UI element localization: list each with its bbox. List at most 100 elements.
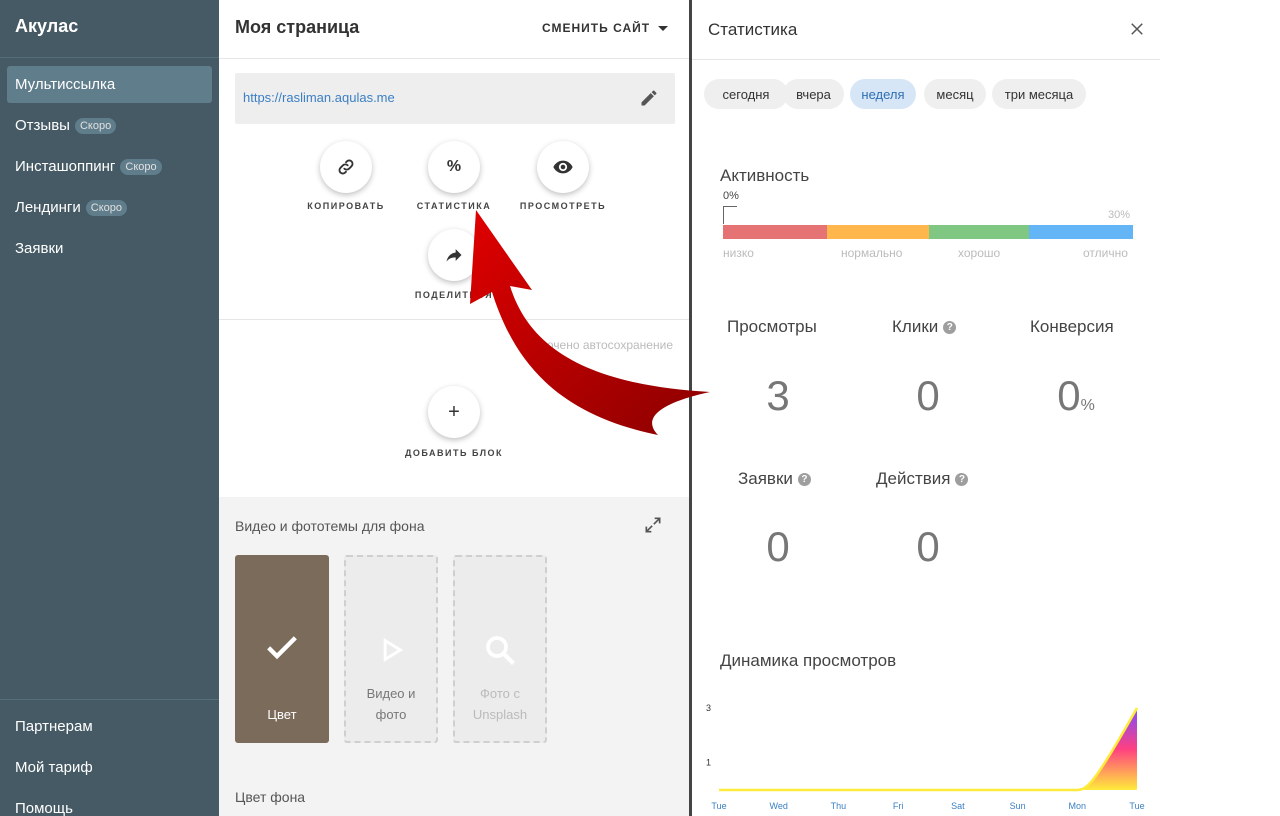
sidebar-item-instashopping[interactable]: Инсташоппинг Скоро [7, 148, 212, 185]
header-divider [219, 58, 689, 59]
sidebar-item-multilink[interactable]: Мультиссылка [7, 66, 212, 103]
soon-badge: Скоро [85, 199, 127, 216]
actions-label-text: Действия [876, 469, 951, 488]
views-label-text: Просмотры [727, 317, 817, 336]
page-url-link[interactable]: https://rasliman.aqulas.me [243, 90, 395, 105]
x-tick-label: Thu [831, 801, 847, 811]
video-photo-tile[interactable]: Видео и фото [344, 555, 438, 743]
chevron-down-icon [658, 25, 669, 31]
actions-value: 0 [916, 523, 940, 570]
x-tick-label: Sat [951, 801, 965, 811]
copy-label: КОПИРОВАТЬ [307, 201, 385, 211]
x-tick-label: Mon [1069, 801, 1087, 811]
sidebar-item-reviews[interactable]: Отзывы Скоро [7, 107, 212, 144]
dynamics-title: Динамика просмотров [720, 651, 897, 670]
views-line [719, 707, 1139, 792]
period-tab-three-months[interactable]: три месяца [992, 79, 1086, 109]
sidebar-item-label: Мой тариф [15, 759, 93, 776]
expand-icon[interactable] [643, 515, 663, 535]
conversion-number: 0 [1057, 372, 1081, 419]
activity-bar [723, 225, 1133, 239]
x-tick-label: Sun [1010, 801, 1026, 811]
video-photo-label-2: фото [375, 707, 407, 722]
switch-site-button[interactable]: СМЕНИТЬ САЙТ [542, 21, 669, 35]
activity-segment-low [723, 225, 827, 239]
views-dynamics-chart: 1 3 Tue Wed Thu Fri Sat Sun Mon Tue [706, 703, 1145, 811]
play-icon [383, 638, 404, 662]
url-field: https://rasliman.aqulas.me [235, 73, 675, 124]
sidebar-item-landings[interactable]: Лендинги Скоро [7, 189, 212, 226]
sidebar-item-my-plan[interactable]: Мой тариф [7, 749, 212, 786]
statistics-header-divider [692, 59, 1160, 60]
sidebar-item-label: Партнерам [15, 718, 93, 735]
period-tab-yesterday[interactable]: вчера [783, 79, 844, 109]
activity-level-excellent: отлично [1083, 246, 1128, 260]
clicks-label: Клики ? [892, 317, 957, 337]
background-color-label: Цвет фона [235, 789, 306, 805]
sidebar-item-partners[interactable]: Партнерам [7, 708, 212, 745]
copy-button[interactable] [320, 141, 372, 193]
period-tab-today[interactable]: сегодня [704, 79, 788, 109]
activity-segment-good [929, 225, 1029, 239]
requests-label: Заявки ? [738, 469, 811, 489]
sidebar-item-label: Отзывы [15, 117, 70, 134]
y-tick-label: 1 [706, 758, 711, 768]
views-value: 3 [766, 372, 790, 419]
x-tick-label: Tue [1129, 801, 1144, 811]
activity-segment-excellent [1029, 225, 1133, 239]
statistics-panel: Статистика сегодня вчера неделя месяц тр… [692, 0, 1280, 816]
x-tick-label: Wed [770, 801, 788, 811]
statistics-button[interactable]: % [428, 141, 480, 193]
sidebar-item-label: Помощь [15, 800, 73, 816]
sidebar-item-label: Лендинги [15, 199, 81, 216]
views-area [719, 708, 1137, 790]
activity-max-label: 30% [1108, 209, 1131, 221]
video-photo-label-1: Видео и [366, 686, 416, 701]
search-icon [486, 636, 515, 665]
help-icon[interactable]: ? [797, 472, 811, 486]
background-section-title: Видео и фототемы для фона [235, 518, 425, 534]
period-tab-week[interactable]: неделя [850, 79, 916, 109]
conversion-unit: % [1080, 397, 1095, 414]
sidebar: Акулас Мультиссылка Отзывы Скоро Инсташо… [0, 0, 219, 816]
eye-icon [553, 160, 573, 174]
unsplash-tile[interactable]: Фото с Unsplash [453, 555, 547, 743]
sidebar-item-label: Мультиссылка [15, 76, 116, 93]
sidebar-item-label: Инсташоппинг [15, 158, 116, 175]
clicks-label-text: Клики [892, 317, 939, 336]
conversion-label-text: Конверсия [1030, 317, 1114, 336]
add-block-label: ДОБАВИТЬ БЛОК [404, 448, 504, 458]
percent-icon: % [446, 158, 462, 175]
requests-label-text: Заявки [738, 469, 793, 488]
activity-level-low: низко [723, 246, 754, 260]
brand-logo[interactable]: Акулас [15, 16, 78, 37]
checkmark-icon [267, 636, 297, 660]
pencil-icon[interactable] [639, 88, 659, 108]
activity-level-good: хорошо [958, 246, 1001, 260]
actions-label: Действия ? [876, 469, 969, 489]
link-icon [338, 159, 354, 175]
annotation-arrow [470, 210, 710, 435]
color-tile[interactable]: Цвет [235, 555, 329, 743]
activity-level-normal: нормально [841, 246, 903, 260]
sidebar-item-requests[interactable]: Заявки [7, 230, 212, 267]
close-icon[interactable] [1128, 20, 1146, 38]
views-label: Просмотры [727, 317, 817, 337]
soon-badge: Скоро [120, 158, 162, 175]
switch-site-label: СМЕНИТЬ САЙТ [542, 21, 651, 35]
conversion-label: Конверсия [1030, 317, 1114, 337]
clicks-value: 0 [916, 372, 940, 419]
sidebar-divider [0, 57, 219, 58]
requests-value: 0 [766, 523, 790, 570]
sidebar-item-help[interactable]: Помощь [7, 790, 212, 816]
period-tab-month[interactable]: месяц [924, 79, 986, 109]
y-tick-label: 3 [706, 703, 711, 713]
help-icon[interactable]: ? [955, 472, 969, 486]
activity-title: Активность [720, 166, 810, 185]
activity-marker [723, 206, 737, 224]
help-icon[interactable]: ? [943, 320, 957, 334]
color-tile-label: Цвет [267, 707, 297, 722]
unsplash-label-1: Фото с [480, 686, 520, 701]
sidebar-divider [0, 699, 219, 700]
preview-button[interactable] [537, 141, 589, 193]
